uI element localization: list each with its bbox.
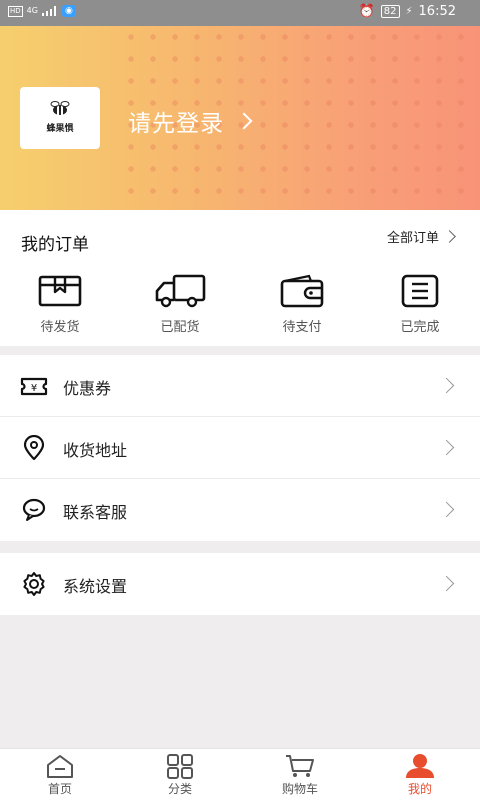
location-pin-icon bbox=[23, 435, 45, 461]
profile-header: 蜂果惧 请先登录 bbox=[0, 26, 480, 210]
charging-icon: ⚡ bbox=[405, 6, 413, 17]
order-pending-shipment[interactable]: 待发货 bbox=[10, 274, 110, 340]
menu-label: 联系客服 bbox=[63, 503, 128, 522]
chevron-right-icon bbox=[438, 575, 455, 592]
all-orders-label: 全部订单 bbox=[386, 231, 439, 246]
order-label: 已配货 bbox=[160, 320, 200, 335]
app-logo: 蜂果惧 bbox=[20, 87, 100, 149]
logo-text: 蜂果惧 bbox=[46, 124, 74, 134]
tab-cart[interactable]: 购物车 bbox=[240, 753, 360, 797]
battery-icon: 82 bbox=[380, 5, 400, 18]
login-link[interactable]: 请先登录 bbox=[128, 104, 253, 138]
tab-label: 首页 bbox=[47, 782, 72, 796]
chevron-right-icon bbox=[443, 230, 456, 243]
chevron-right-icon bbox=[438, 439, 455, 456]
chevron-right-icon bbox=[438, 377, 455, 394]
list-doc-icon bbox=[401, 274, 439, 308]
signal-icon bbox=[41, 6, 58, 16]
menu-label: 系统设置 bbox=[63, 577, 128, 596]
coupon-icon: ¥ bbox=[20, 377, 48, 396]
chevron-right-icon bbox=[235, 112, 253, 130]
gear-icon bbox=[23, 572, 45, 596]
package-icon bbox=[38, 275, 82, 307]
cart-icon bbox=[286, 755, 314, 777]
order-completed[interactable]: 已完成 bbox=[370, 274, 470, 340]
order-pending-payment[interactable]: 待支付 bbox=[252, 274, 352, 340]
order-label: 待支付 bbox=[282, 320, 322, 335]
home-icon bbox=[47, 755, 73, 778]
bottom-tab-bar: 首页 分类 购物车 我的 bbox=[0, 748, 480, 800]
network-type: 4G bbox=[26, 6, 38, 15]
tab-label: 我的 bbox=[407, 782, 432, 796]
order-label: 已完成 bbox=[400, 320, 440, 335]
menu-item-address[interactable]: 收货地址 bbox=[0, 417, 480, 479]
alarm-icon: ⏰ bbox=[358, 4, 375, 19]
menu-group-settings: 系统设置 bbox=[0, 553, 480, 615]
chat-bubble-icon bbox=[22, 498, 46, 521]
menu-label: 收货地址 bbox=[63, 441, 128, 460]
orders-card: 我的订单 全部订单 待发货 已配货 待支付 已完成 bbox=[0, 210, 480, 346]
menu-group-main: ¥ 优惠券 收货地址 联系客服 bbox=[0, 355, 480, 541]
menu-label: 优惠券 bbox=[63, 379, 112, 398]
login-label: 请先登录 bbox=[128, 111, 224, 137]
tab-label: 购物车 bbox=[281, 782, 318, 796]
order-packed[interactable]: 已配货 bbox=[130, 274, 230, 340]
tab-label: 分类 bbox=[167, 782, 192, 796]
tab-category[interactable]: 分类 bbox=[120, 753, 240, 797]
chevron-right-icon bbox=[438, 501, 455, 518]
truck-icon bbox=[155, 274, 206, 308]
wallet-icon bbox=[280, 274, 324, 308]
menu-item-coupons[interactable]: ¥ 优惠券 bbox=[0, 355, 480, 417]
tab-home[interactable]: 首页 bbox=[0, 753, 120, 797]
menu-item-customer-service[interactable]: 联系客服 bbox=[0, 479, 480, 541]
orders-title: 我的订单 bbox=[21, 235, 89, 255]
hd-indicator: HD bbox=[8, 5, 23, 17]
order-label: 待发货 bbox=[40, 320, 80, 335]
wifi-icon: ◉ bbox=[61, 5, 76, 17]
menu-item-settings[interactable]: 系统设置 bbox=[0, 553, 480, 615]
category-grid-icon bbox=[167, 754, 193, 779]
svg-text:¥: ¥ bbox=[31, 383, 37, 394]
bee-logo-icon bbox=[50, 101, 70, 115]
clock: 16:52 bbox=[418, 4, 456, 19]
tab-profile[interactable]: 我的 bbox=[360, 753, 480, 797]
status-bar: HD 4G ◉ ⏰ 82 ⚡ 16:52 bbox=[0, 0, 480, 26]
profile-icon bbox=[406, 754, 434, 778]
all-orders-link[interactable]: 全部订单 bbox=[386, 227, 456, 246]
